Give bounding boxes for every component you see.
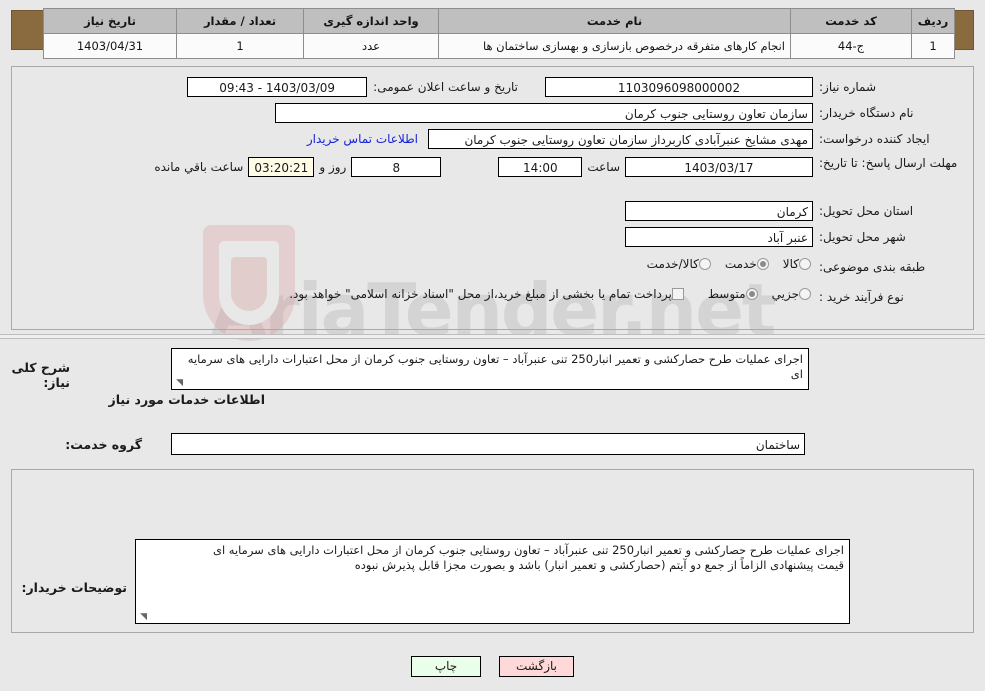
radio-category-khedmat-label: خدمت xyxy=(724,257,757,271)
need-number-value: 1103096098000002 xyxy=(545,77,813,97)
radio-category-khedmat[interactable] xyxy=(756,258,769,270)
radio-purchase-jozee[interactable] xyxy=(799,288,811,300)
buyer-notes-textarea[interactable]: اجرای عملیات طرح حصارکشی و تعمیر انبار25… xyxy=(135,539,850,624)
city-row: عنبر آباد xyxy=(625,227,813,247)
description-label: شرح کلی نیاز: xyxy=(11,360,70,390)
service-group-value: ساختمان xyxy=(171,433,805,455)
services-table: ردیف کد خدمت نام خدمت واحد اندازه گیری ت… xyxy=(43,8,955,59)
cell-unit: عدد xyxy=(303,33,439,59)
radio-purchase-motavaset[interactable] xyxy=(745,288,758,300)
section-divider xyxy=(0,334,985,339)
public-announce-value: 1403/03/09 - 09:43 xyxy=(187,77,368,97)
deadline-row: 1403/03/17 ساعت 14:00 8 روز و 03:20:21 س… xyxy=(149,157,813,177)
cell-date: 1403/04/31 xyxy=(43,33,177,59)
radio-category-kala-label: کالا xyxy=(782,257,799,271)
resize-grip-icon[interactable]: ◥ xyxy=(174,379,183,388)
requester-row: مهدی مشایخ عنبرآبادی کاربرداز سازمان تعا… xyxy=(307,129,813,149)
purchase-type-radio-group: جزیي متوسط پرداخت تمام یا بخشی از مبلغ خ… xyxy=(275,287,811,301)
deadline-time-label: ساعت xyxy=(587,160,620,174)
requester-value: مهدی مشایخ عنبرآبادی کاربرداز سازمان تعا… xyxy=(428,129,813,149)
buyer-org-label: نام دستگاه خریدار: xyxy=(819,106,914,120)
description-textarea[interactable]: اجرای عملیات طرح حصارکشی و تعمیر انبار25… xyxy=(171,348,809,390)
deadline-time: 14:00 xyxy=(498,157,583,177)
radio-purchase-jozee-label: جزیي xyxy=(771,287,799,301)
province-label: استان محل تحویل: xyxy=(819,204,914,218)
deadline-date: 1403/03/17 xyxy=(625,157,813,177)
description-value: اجرای عملیات طرح حصارکشی و تعمیر انبار25… xyxy=(187,352,803,381)
col-name: نام خدمت xyxy=(438,8,791,34)
table-header-row: ردیف کد خدمت نام خدمت واحد اندازه گیری ت… xyxy=(43,8,955,34)
service-group-label: گروه خدمت: xyxy=(65,437,142,452)
city-value: عنبر آباد xyxy=(625,227,813,247)
col-date: تاریخ نیاز xyxy=(43,8,177,34)
action-buttons: بازگشت چاپ xyxy=(0,656,985,677)
buyer-notes-label: توضیحات خریدار: xyxy=(21,580,127,595)
buyer-notes-line2: قیمت پیشنهادی الزاماً از جمع دو آیتم (حص… xyxy=(354,558,844,572)
province-row: کرمان xyxy=(625,201,813,221)
buyer-org-value: سازمان تعاون روستایی جنوب کرمان xyxy=(275,103,813,123)
radio-category-kala-khedmat-label: کالا/خدمت xyxy=(646,257,699,271)
cell-quantity: 1 xyxy=(176,33,304,59)
col-code: کد خدمت xyxy=(790,8,912,34)
province-value: کرمان xyxy=(625,201,813,221)
category-label: طبقه بندی موضوعی: xyxy=(819,260,926,274)
public-announce-row: تاریخ و ساعت اعلان عمومی: 1403/03/09 - 0… xyxy=(187,77,518,97)
col-row: ردیف xyxy=(911,8,955,34)
need-number-label: شماره نیاز: xyxy=(819,80,876,94)
treasury-bond-checkbox[interactable] xyxy=(671,288,684,300)
need-info-panel: شماره نیاز: 1103096098000002 تاریخ و ساع… xyxy=(11,66,974,330)
category-radio-group: کالا خدمت کالا/خدمت xyxy=(633,257,811,271)
resize-grip-icon[interactable]: ◥ xyxy=(138,613,147,622)
deadline-countdown: 03:20:21 xyxy=(248,157,315,177)
back-button[interactable]: بازگشت xyxy=(499,656,574,677)
deadline-days-label: روز و xyxy=(319,160,347,174)
cell-row: 1 xyxy=(911,33,955,59)
radio-purchase-motavaset-label: متوسط xyxy=(707,287,746,301)
buyer-org-row: سازمان تعاون روستایی جنوب کرمان xyxy=(275,103,813,123)
deadline-label: مهلت ارسال پاسخ: تا تاریخ: xyxy=(819,156,958,170)
treasury-bond-label: پرداخت تمام یا بخشی از مبلغ خرید،از محل … xyxy=(289,287,672,301)
col-unit: واحد اندازه گیری xyxy=(303,8,439,34)
print-button[interactable]: چاپ xyxy=(411,656,481,677)
cell-code: ج-44 xyxy=(790,33,912,59)
col-quantity: تعداد / مقدار xyxy=(176,8,304,34)
buyer-contact-link[interactable]: اطلاعات تماس خریدار xyxy=(307,132,418,146)
radio-category-kala-khedmat[interactable] xyxy=(698,258,711,270)
city-label: شهر محل تحویل: xyxy=(819,230,906,244)
radio-category-kala[interactable] xyxy=(799,258,811,270)
purchase-type-label: نوع فرآیند خرید : xyxy=(819,290,904,304)
services-section-title: اطلاعات خدمات مورد نیاز xyxy=(108,392,266,407)
deadline-countdown-label: ساعت باقي مانده xyxy=(154,160,244,174)
buyer-notes-line1: اجرای عملیات طرح حصارکشی و تعمیر انبار25… xyxy=(212,543,844,557)
need-number-row: 1103096098000002 xyxy=(545,77,813,97)
requester-label: ایجاد کننده درخواست: xyxy=(819,132,930,146)
cell-name: انجام کارهای متفرقه درخصوص بازسازی و بهس… xyxy=(438,33,791,59)
deadline-days: 8 xyxy=(351,157,442,177)
table-row: 1 ج-44 انجام کارهای متفرقه درخصوص بازساز… xyxy=(43,33,955,59)
public-announce-label: تاریخ و ساعت اعلان عمومی: xyxy=(373,80,518,94)
